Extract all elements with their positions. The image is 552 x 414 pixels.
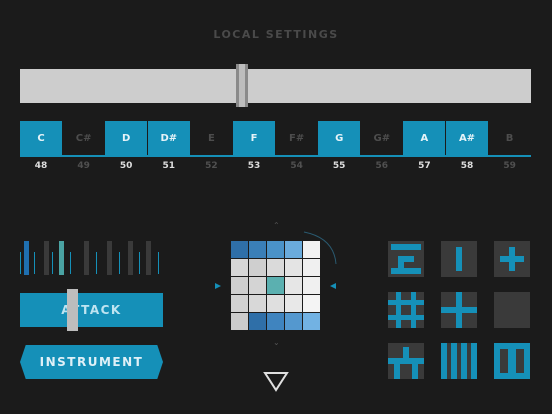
key-number: 50 [119, 161, 133, 171]
pattern-cross-icon[interactable] [441, 292, 477, 328]
grid-cell[interactable] [231, 295, 248, 312]
key-number: 58 [460, 161, 474, 171]
grid-cell[interactable] [231, 313, 248, 330]
key-b[interactable]: B [489, 121, 531, 155]
pattern-bar [20, 252, 21, 274]
grid-cell[interactable] [303, 277, 320, 294]
key-number: 54 [290, 161, 303, 171]
grid-cell[interactable] [267, 313, 284, 330]
grid-cell[interactable] [267, 259, 284, 276]
grid-cell[interactable] [267, 295, 284, 312]
grid-cell[interactable] [249, 313, 266, 330]
pattern-bar [128, 241, 133, 275]
key-a[interactable]: A [403, 121, 446, 155]
pattern-bar [158, 252, 159, 274]
pattern-vertical-bar-icon[interactable] [441, 241, 477, 277]
pattern-bar [84, 241, 89, 275]
grid-cell[interactable] [285, 241, 302, 258]
grid-cell[interactable] [249, 277, 266, 294]
pattern-lattice-icon[interactable] [388, 292, 424, 328]
key-number: 52 [205, 161, 218, 171]
grid-cell[interactable] [249, 259, 266, 276]
key-g[interactable]: G [318, 121, 361, 155]
grid-cell[interactable] [303, 259, 320, 276]
pattern-bar [34, 252, 35, 274]
grid-cell[interactable] [249, 295, 266, 312]
grid-cell[interactable] [267, 241, 284, 258]
pattern-bar [59, 241, 64, 275]
pattern-bar [44, 241, 49, 275]
grid-cell[interactable] [285, 313, 302, 330]
attack-slider-thumb[interactable] [67, 289, 78, 331]
pattern-bar [119, 252, 120, 274]
attack-label: ATTACK [61, 303, 122, 317]
key-a-sharp[interactable]: A# [446, 121, 488, 155]
keyboard-baseline [20, 155, 531, 157]
main-slider-track[interactable] [20, 69, 531, 103]
key-number: 56 [375, 161, 389, 171]
grid-cell[interactable] [303, 241, 320, 258]
key-number: 55 [332, 161, 346, 171]
grid-cell[interactable] [303, 295, 320, 312]
pattern-stripes-icon[interactable] [441, 343, 477, 379]
grid-cell[interactable] [231, 277, 248, 294]
pattern-plus-icon[interactable] [494, 241, 530, 277]
grid-cell[interactable] [285, 277, 302, 294]
main-slider-thumb[interactable] [236, 64, 248, 107]
key-f-sharp[interactable]: F# [276, 121, 318, 155]
instrument-button[interactable]: INSTRUMENT [20, 345, 163, 379]
grid-cell[interactable] [285, 295, 302, 312]
key-e[interactable]: E [190, 121, 232, 155]
key-number: 57 [418, 161, 431, 171]
key-number: 49 [77, 161, 90, 171]
key-number: 48 [34, 161, 48, 171]
grid-cell[interactable] [231, 241, 248, 258]
key-number: 51 [162, 161, 176, 171]
pattern-bar [24, 241, 29, 275]
caret-up-icon: ⌃ [273, 221, 280, 230]
pattern-bar [139, 252, 140, 274]
page-title: LOCAL SETTINGS [213, 28, 339, 41]
key-c-sharp[interactable]: C# [63, 121, 105, 155]
pattern-bar [70, 252, 71, 274]
grid-cell[interactable] [231, 259, 248, 276]
grid-cell[interactable] [249, 241, 266, 258]
pattern-double-frame-icon[interactable] [494, 343, 530, 379]
key-d[interactable]: D [105, 121, 148, 155]
pattern-split-icon[interactable] [388, 343, 424, 379]
key-f[interactable]: F [233, 121, 275, 155]
pattern-bar [52, 252, 53, 274]
key-d-sharp[interactable]: D# [147, 121, 190, 155]
pattern-bar [96, 252, 97, 274]
marker-left-icon [215, 283, 221, 289]
pattern-bar [107, 241, 112, 275]
grid-cell[interactable] [303, 313, 320, 330]
grid-cell[interactable] [267, 277, 284, 294]
pattern-bar [146, 241, 151, 275]
key-c[interactable]: C [20, 121, 62, 155]
pattern-bracket-icon[interactable] [388, 241, 424, 277]
caret-down-icon: ⌄ [273, 338, 280, 347]
grid-cell[interactable] [285, 259, 302, 276]
marker-right-icon [330, 283, 336, 289]
key-number: 59 [503, 161, 516, 171]
key-g-sharp[interactable]: G# [361, 121, 403, 155]
key-number: 53 [247, 161, 261, 171]
pattern-empty-icon[interactable] [494, 292, 530, 328]
triangle-down-icon[interactable] [262, 370, 290, 394]
